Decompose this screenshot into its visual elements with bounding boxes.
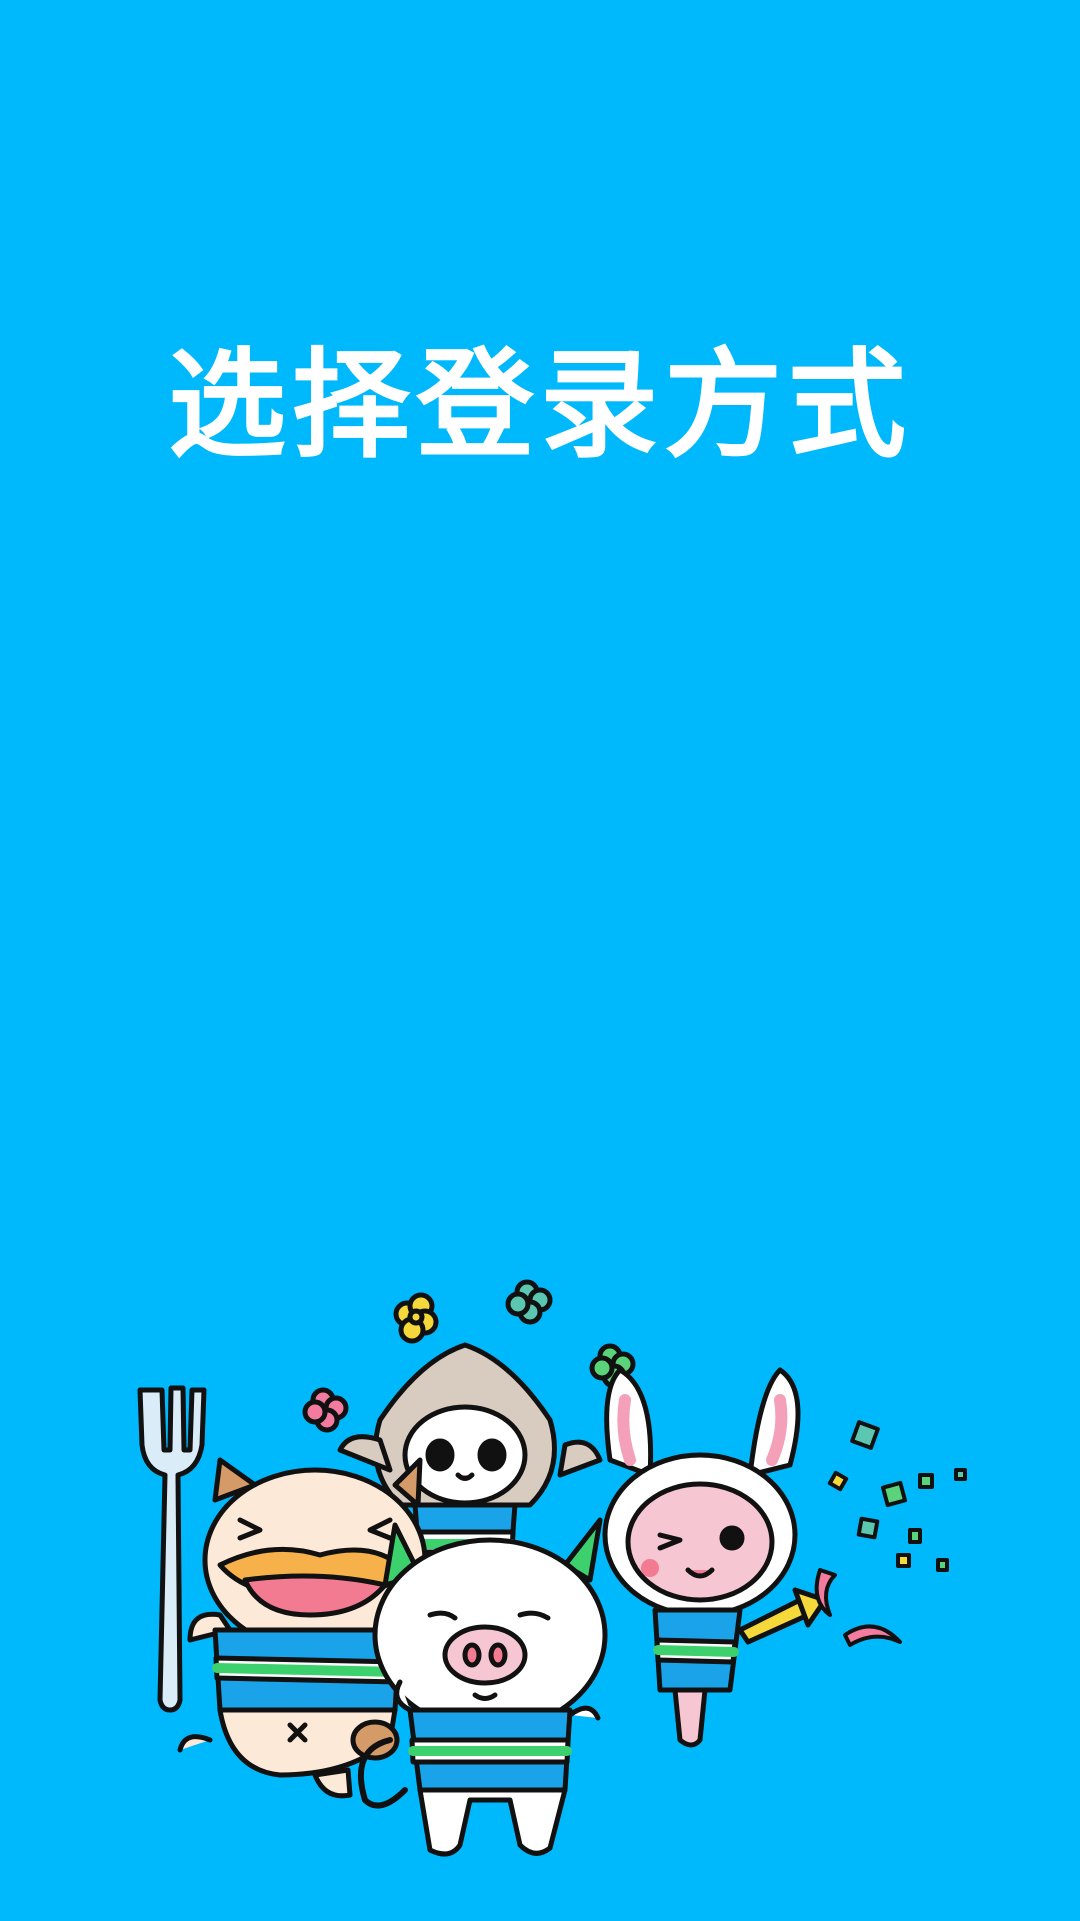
flower-pink-icon: [302, 1387, 349, 1433]
flower-teal-icon: [505, 1279, 553, 1325]
fork-icon: [137, 1385, 207, 1713]
mascot-group-illustration: [137, 1279, 967, 1857]
page-title: 选择登录方式: [167, 336, 912, 474]
bunny-character: [602, 1367, 828, 1748]
flower-yellow-icon: [393, 1292, 439, 1344]
pig-character: [357, 1517, 608, 1857]
confetti-icon: [814, 1420, 967, 1647]
login-method-screen: 选择登录方式: [0, 0, 1080, 1921]
